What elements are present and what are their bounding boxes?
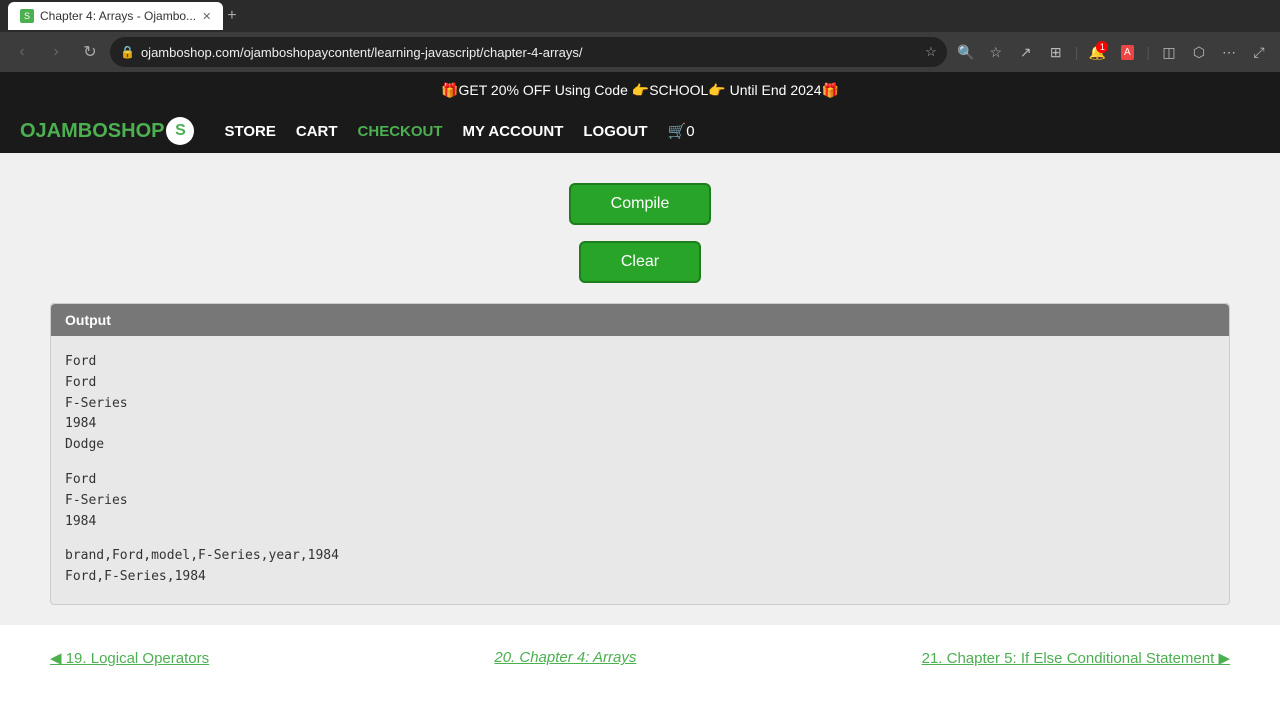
current-chapter-link[interactable]: 20. Chapter 4: Arrays (494, 649, 636, 666)
clear-button[interactable]: Clear (579, 241, 701, 283)
output-header: Output (51, 304, 1229, 336)
cart-count: 0 (686, 123, 694, 140)
output-content: FordFordF-Series1984DodgeFordF-Series198… (51, 336, 1229, 604)
lock-icon: 🔒 (120, 45, 135, 59)
prev-chapter-link[interactable]: 19. Logical Operators (50, 649, 209, 667)
new-tab-button[interactable]: + (227, 7, 236, 25)
browser-right-icons: 🔍 ☆ ↗ ⊞ | 🔔 1 A | ◫ ⬡ ⋯ ⤢ (953, 39, 1272, 65)
site-wrapper: 🎁GET 20% OFF Using Code 👉SCHOOL👉 Until E… (0, 72, 1280, 691)
nav-store[interactable]: STORE (224, 123, 275, 140)
output-line: F-Series (65, 491, 1215, 512)
footer-nav: 19. Logical Operators 20. Chapter 4: Arr… (0, 625, 1280, 691)
output-line: brand,Ford,model,F-Series,year,1984 (65, 546, 1215, 567)
output-blank-line (65, 532, 1215, 546)
reload-button[interactable]: ↻ (76, 38, 104, 66)
output-line: Dodge (65, 435, 1215, 456)
main-nav: OJAMBOSHOP S STORE CART CHECKOUT MY ACCO… (0, 109, 1280, 153)
notification-badge: 1 (1096, 41, 1108, 53)
output-line: Ford (65, 373, 1215, 394)
cart-icon: 🛒 (668, 122, 687, 140)
share-icon[interactable]: ↗ (1013, 39, 1039, 65)
promo-text: 🎁GET 20% OFF Using Code 👉SCHOOL👉 Until E… (441, 82, 839, 98)
logo-text: OJAMBOSHOP (20, 120, 164, 143)
nav-checkout[interactable]: CHECKOUT (358, 123, 443, 140)
logo-icon: S (166, 117, 194, 145)
address-bar-wrapper: 🔒 ☆ (110, 37, 947, 67)
output-line: Ford (65, 352, 1215, 373)
tab-title: Chapter 4: Arrays - Ojambo... (40, 9, 196, 23)
bookmark-icon[interactable]: ☆ (925, 44, 937, 60)
settings-icon[interactable]: ⋯ (1216, 39, 1242, 65)
notification-icon[interactable]: 🔔 1 (1084, 39, 1110, 65)
address-input[interactable] (141, 45, 919, 60)
fullscreen-icon[interactable]: ⤢ (1246, 39, 1272, 65)
tab-close-button[interactable]: ✕ (202, 10, 211, 23)
button-area: Compile Clear (50, 173, 1230, 303)
bookmark-bar-icon[interactable]: ☆ (983, 39, 1009, 65)
browser-controls: ‹ › ↻ 🔒 ☆ 🔍 ☆ ↗ ⊞ | 🔔 1 A | ◫ ⬡ ⋯ ⤢ (0, 32, 1280, 72)
tab-bar: S Chapter 4: Arrays - Ojambo... ✕ + (0, 0, 1280, 32)
output-blank-line (65, 456, 1215, 470)
sidebar-icon[interactable]: ◫ (1156, 39, 1182, 65)
output-line: Ford (65, 470, 1215, 491)
site-logo[interactable]: OJAMBOSHOP S (20, 117, 194, 145)
output-line: F-Series (65, 394, 1215, 415)
output-line: 1984 (65, 414, 1215, 435)
rss-icon[interactable]: ⊞ (1043, 39, 1069, 65)
promo-banner: 🎁GET 20% OFF Using Code 👉SCHOOL👉 Until E… (0, 72, 1280, 109)
extension-icon[interactable]: A (1114, 39, 1140, 65)
separator2: | (1146, 44, 1150, 60)
next-chapter-link[interactable]: 21. Chapter 5: If Else Conditional State… (922, 649, 1230, 667)
back-button[interactable]: ‹ (8, 38, 36, 66)
tab-favicon: S (20, 9, 34, 23)
nav-cart[interactable]: CART (296, 123, 338, 140)
nav-links: STORE CART CHECKOUT MY ACCOUNT LOGOUT (224, 123, 647, 140)
screenshot-icon[interactable]: ⬡ (1186, 39, 1212, 65)
nav-logout[interactable]: LOGOUT (583, 123, 647, 140)
separator: | (1075, 44, 1079, 60)
output-line: Ford,F-Series,1984 (65, 567, 1215, 588)
output-box: Output FordFordF-Series1984DodgeFordF-Se… (50, 303, 1230, 605)
zoom-icon[interactable]: 🔍 (953, 39, 979, 65)
active-tab[interactable]: S Chapter 4: Arrays - Ojambo... ✕ (8, 2, 223, 30)
cart-icon-wrap[interactable]: 🛒 0 (668, 122, 695, 140)
browser-chrome: S Chapter 4: Arrays - Ojambo... ✕ + ‹ › … (0, 0, 1280, 72)
output-line: 1984 (65, 512, 1215, 533)
compile-button[interactable]: Compile (569, 183, 712, 225)
nav-my-account[interactable]: MY ACCOUNT (463, 123, 564, 140)
forward-button[interactable]: › (42, 38, 70, 66)
main-content: Compile Clear Output FordFordF-Series198… (0, 153, 1280, 625)
